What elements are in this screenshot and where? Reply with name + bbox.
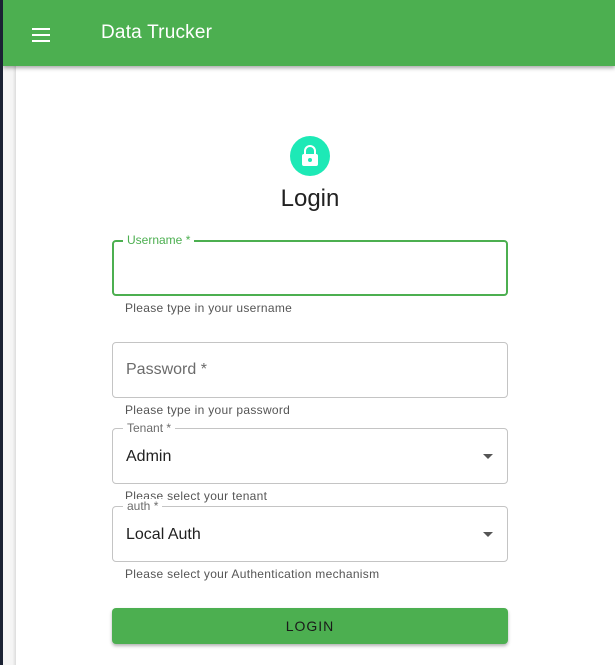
login-heading: Login — [280, 185, 340, 212]
auth-helper: Please select your Authentication mechan… — [125, 567, 380, 581]
app-title: Data Trucker — [101, 22, 213, 43]
tenant-select[interactable]: Tenant * Admin — [112, 421, 508, 484]
arrow-drop-down-icon — [483, 532, 493, 537]
app-bar: Data Trucker — [3, 0, 615, 66]
username-label: Username * — [123, 233, 195, 247]
auth-label: auth * — [123, 499, 163, 513]
username-helper: Please type in your username — [125, 301, 293, 315]
tenant-value: Admin — [126, 448, 172, 465]
username-input[interactable] — [126, 258, 496, 282]
menu-icon — [32, 28, 50, 42]
password-input[interactable] — [125, 359, 495, 383]
login-button[interactable]: LOGIN — [112, 608, 508, 644]
auth-select[interactable]: auth * Local Auth — [112, 499, 508, 562]
password-field[interactable]: Password * — [112, 342, 508, 398]
app-window: Data Trucker — [3, 0, 615, 665]
menu-button[interactable] — [27, 21, 55, 49]
lock-avatar — [290, 136, 330, 176]
username-field[interactable]: Username * — [112, 233, 508, 296]
tenant-label: Tenant * — [123, 421, 176, 435]
arrow-drop-down-icon — [483, 454, 493, 459]
auth-value: Local Auth — [126, 526, 201, 543]
lock-icon — [302, 145, 318, 166]
password-helper: Please type in your password — [125, 403, 291, 417]
